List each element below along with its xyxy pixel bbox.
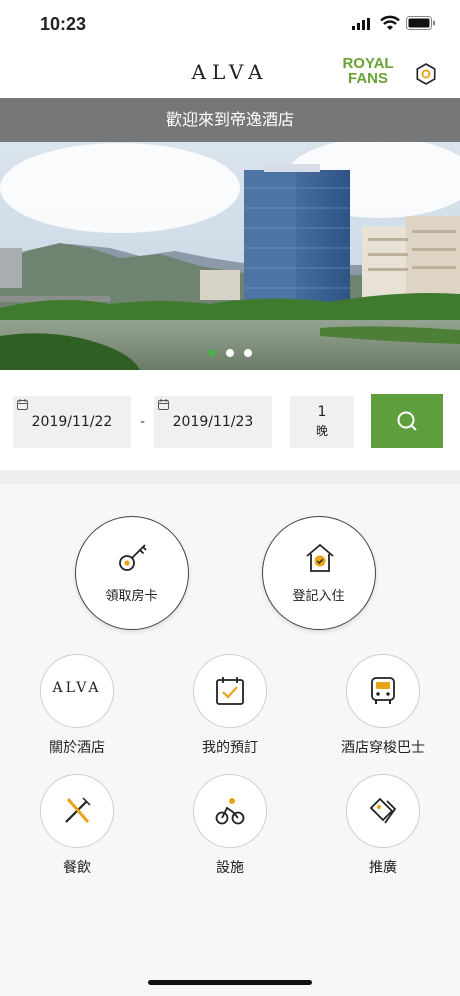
top-navbar: ALVA ROYAL FANS bbox=[0, 48, 460, 98]
checkout-date-value: 2019/11/23 bbox=[172, 414, 254, 430]
checkout-date-field[interactable]: 2019/11/23 bbox=[154, 396, 272, 448]
facilities-button[interactable] bbox=[193, 774, 267, 848]
facilities-label: 設施 bbox=[216, 860, 244, 876]
nights-unit: 晚 bbox=[315, 424, 328, 438]
status-bar: 10:23 bbox=[0, 0, 460, 48]
section-divider bbox=[0, 470, 460, 484]
shuttle-bus-button[interactable] bbox=[346, 654, 420, 728]
dining-label: 餐飲 bbox=[63, 860, 91, 876]
room-key-button[interactable]: 領取房卡 bbox=[75, 516, 189, 630]
dining-button[interactable] bbox=[40, 774, 114, 848]
signal-icon bbox=[352, 18, 370, 30]
promotions-label: 推廣 bbox=[369, 860, 397, 876]
alva-mini-logo: ALVA bbox=[52, 680, 102, 696]
date-separator: - bbox=[140, 414, 146, 430]
welcome-banner: 歡迎來到帝逸酒店 bbox=[0, 98, 460, 142]
room-key-label: 領取房卡 bbox=[105, 589, 158, 604]
nights-selector[interactable]: 1 晚 bbox=[290, 396, 354, 448]
cycling-icon bbox=[215, 798, 245, 825]
settings-icon[interactable] bbox=[414, 62, 438, 86]
carousel-dot[interactable] bbox=[208, 349, 216, 357]
home-check-icon bbox=[306, 543, 334, 572]
check-in-label: 登記入住 bbox=[292, 589, 345, 604]
about-hotel-label: 關於酒店 bbox=[49, 740, 105, 756]
carousel-dot[interactable] bbox=[226, 349, 234, 357]
checkin-date-field[interactable]: 2019/11/22 bbox=[13, 396, 131, 448]
royal-fans-button[interactable]: ROYAL FANS bbox=[340, 56, 396, 86]
carousel-dot[interactable] bbox=[244, 349, 252, 357]
royal-fans-line1: ROYAL bbox=[342, 55, 394, 72]
calendar-check-icon bbox=[216, 677, 244, 705]
nights-count: 1 bbox=[317, 404, 327, 420]
battery-icon bbox=[406, 16, 435, 30]
bus-icon bbox=[371, 677, 395, 704]
calendar-icon bbox=[17, 399, 28, 410]
key-icon bbox=[119, 544, 147, 571]
royal-fans-line2: FANS bbox=[347, 70, 388, 87]
my-booking-label: 我的預訂 bbox=[202, 740, 258, 756]
check-in-button[interactable]: 登記入住 bbox=[262, 516, 376, 630]
shuttle-bus-label: 酒店穿梭巴士 bbox=[341, 740, 425, 756]
my-booking-button[interactable] bbox=[193, 654, 267, 728]
carousel-dots bbox=[0, 342, 460, 361]
fork-knife-icon bbox=[65, 797, 91, 823]
status-time: 10:23 bbox=[40, 14, 87, 34]
search-button[interactable] bbox=[371, 394, 443, 448]
about-hotel-button[interactable]: ALVA bbox=[40, 654, 114, 728]
booking-search-bar: 2019/11/22 - 2019/11/23 1 晚 bbox=[0, 370, 460, 470]
price-tag-icon bbox=[369, 797, 397, 824]
home-indicator[interactable] bbox=[148, 980, 312, 985]
search-icon bbox=[397, 411, 417, 431]
promotions-button[interactable] bbox=[346, 774, 420, 848]
calendar-icon bbox=[158, 399, 169, 410]
hero-carousel[interactable]: 歡迎來到帝逸酒店 bbox=[0, 98, 460, 370]
wifi-icon bbox=[380, 15, 400, 30]
main-menu: 領取房卡 登記入住 ALVA 關於酒店 我的預訂 酒店穿梭巴士 餐飲 設施 推廣 bbox=[0, 484, 460, 996]
checkin-date-value: 2019/11/22 bbox=[31, 414, 113, 430]
